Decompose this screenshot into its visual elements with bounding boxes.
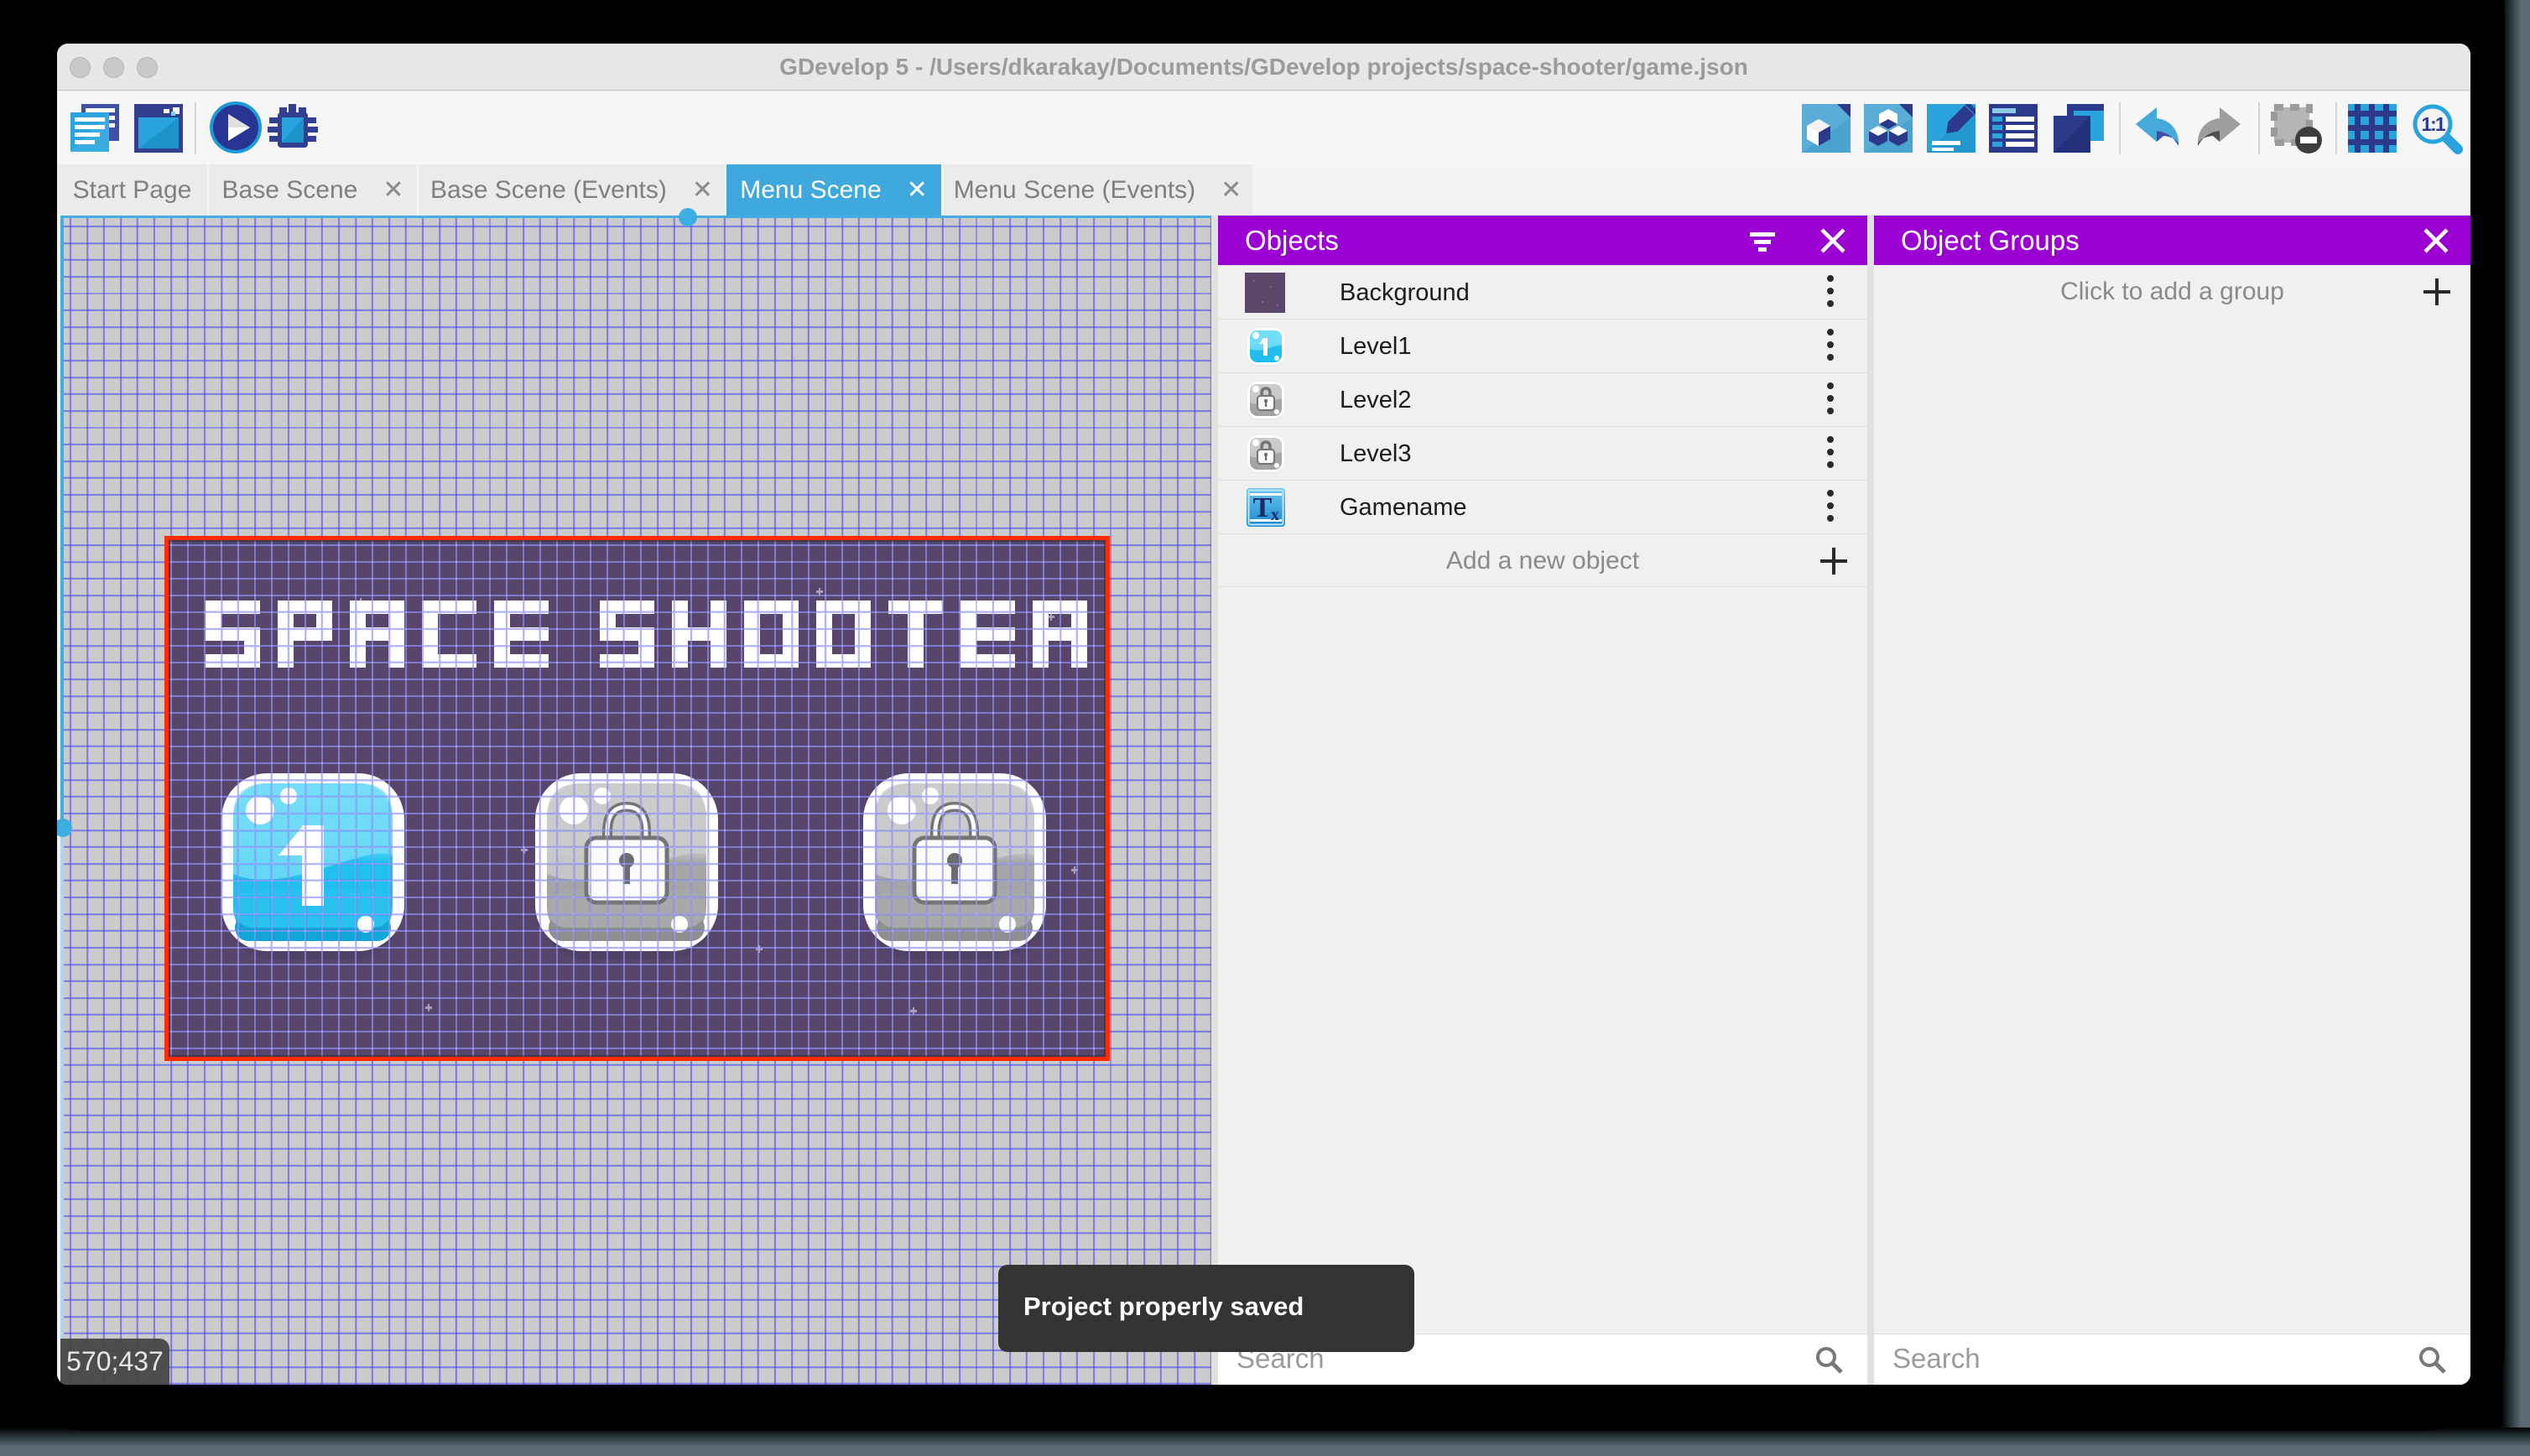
svg-text:T: T	[1253, 492, 1273, 523]
svg-text:x: x	[1271, 506, 1279, 524]
svg-text:1:1: 1:1	[2421, 113, 2445, 135]
